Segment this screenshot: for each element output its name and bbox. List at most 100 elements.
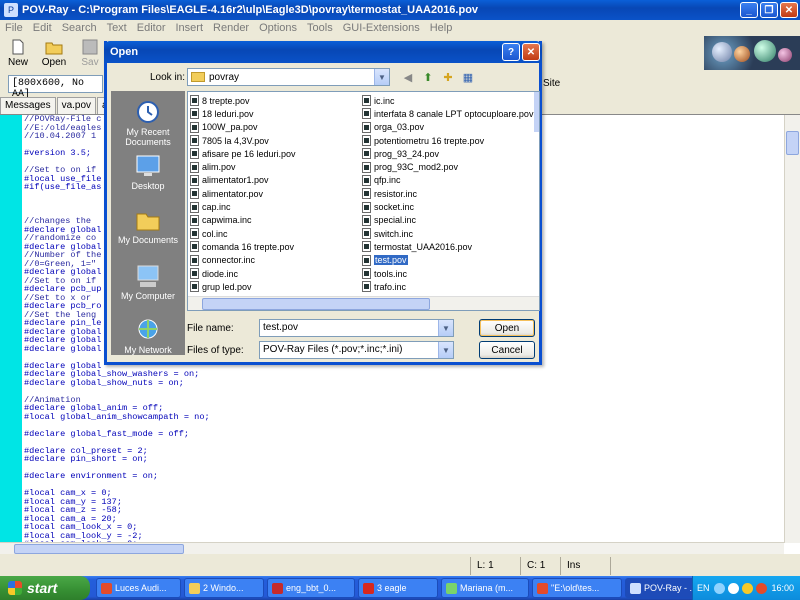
file-item[interactable]: 8 trepte.pov bbox=[190, 94, 296, 107]
code-line[interactable]: #declare environment = on; bbox=[24, 472, 784, 481]
file-item[interactable]: 100W_pa.pov bbox=[190, 121, 296, 134]
menu-gui-extensions[interactable]: GUI-Extensions bbox=[338, 22, 425, 34]
up-folder-icon[interactable]: ⬆ bbox=[419, 69, 437, 85]
code-line[interactable]: #local cam_x = 0; bbox=[24, 489, 784, 498]
taskbar-item[interactable]: 2 Windo... bbox=[184, 578, 264, 598]
file-item[interactable]: prog_93_24.pov bbox=[362, 147, 533, 160]
start-button[interactable]: start bbox=[0, 576, 90, 600]
open-dialog-button[interactable]: Open bbox=[479, 319, 535, 337]
file-item[interactable]: special.inc bbox=[362, 214, 533, 227]
taskbar-item[interactable]: Luces Audi... bbox=[96, 578, 181, 598]
network-icon[interactable] bbox=[713, 582, 725, 594]
new-folder-icon[interactable]: ✚ bbox=[439, 69, 457, 85]
minimize-button[interactable]: _ bbox=[740, 2, 758, 18]
chevron-down-icon[interactable]: ▼ bbox=[374, 69, 389, 85]
file-item[interactable]: alimentator1.pov bbox=[190, 174, 296, 187]
code-line[interactable]: #local global_anim_showcampath = no; bbox=[24, 412, 784, 422]
place-my-network[interactable]: My Network bbox=[111, 313, 185, 369]
file-item[interactable]: 7805 la 4,3V.pov bbox=[190, 134, 296, 147]
file-item[interactable]: grup led.pov bbox=[190, 280, 296, 293]
site-label[interactable]: Site bbox=[543, 78, 560, 89]
menu-file[interactable]: File bbox=[0, 22, 28, 34]
back-icon[interactable]: ◀ bbox=[399, 69, 417, 85]
file-list[interactable]: 8 trepte.pov 18 leduri.pov 100W_pa.pov 7805… bbox=[187, 91, 540, 311]
views-menu-icon[interactable]: ▦ bbox=[459, 69, 477, 85]
menu-render[interactable]: Render bbox=[208, 22, 254, 34]
povray-app-icon[interactable]: P bbox=[4, 3, 18, 17]
place-desktop[interactable]: Desktop bbox=[111, 149, 185, 205]
file-item[interactable]: alim.pov bbox=[190, 160, 296, 173]
file-item[interactable]: col.inc bbox=[190, 227, 296, 240]
place-my-documents[interactable]: My Documents bbox=[111, 203, 185, 259]
scroll-thumb[interactable] bbox=[202, 298, 430, 310]
menu-insert[interactable]: Insert bbox=[171, 22, 209, 34]
taskbar-item[interactable]: 3 eagle bbox=[358, 578, 438, 598]
file-item[interactable]: trafo.inc bbox=[362, 280, 533, 293]
menu-editor[interactable]: Editor bbox=[132, 22, 171, 34]
file-item[interactable]: afisare pe 16 leduri.pov bbox=[190, 147, 296, 160]
code-line[interactable] bbox=[24, 481, 784, 490]
resolution-select[interactable]: [800x600, No AA] bbox=[8, 75, 103, 100]
tab-va-pov[interactable]: va.pov bbox=[56, 97, 97, 114]
file-item[interactable]: alimentator.pov bbox=[190, 187, 296, 200]
language-indicator[interactable]: EN bbox=[697, 583, 710, 593]
file-item[interactable]: switch.inc bbox=[362, 227, 533, 240]
code-line[interactable]: #local cam_z = -58; bbox=[24, 506, 784, 515]
security-icon[interactable] bbox=[755, 582, 767, 594]
file-item[interactable]: orga_03.pov bbox=[362, 121, 533, 134]
dialog-close-button[interactable]: ✕ bbox=[522, 43, 540, 61]
code-line[interactable]: #local cam_look_y = -2; bbox=[24, 531, 784, 541]
code-line[interactable]: #local cam_a = 20; bbox=[24, 514, 784, 524]
menu-help[interactable]: Help bbox=[425, 22, 458, 34]
file-name-input[interactable]: test.pov ▼ bbox=[259, 319, 454, 337]
cancel-button[interactable]: Cancel bbox=[479, 341, 535, 359]
messenger-icon[interactable] bbox=[741, 582, 753, 594]
tab-messages[interactable]: Messages bbox=[0, 97, 56, 114]
place-recent-documents[interactable]: My Recent Documents bbox=[111, 95, 185, 151]
scroll-thumb[interactable] bbox=[786, 131, 799, 155]
file-list-vertical-scrollbar[interactable] bbox=[534, 92, 539, 132]
file-item[interactable]: cap.inc bbox=[190, 200, 296, 213]
open-button[interactable]: Open bbox=[36, 36, 72, 70]
volume-icon[interactable] bbox=[727, 582, 739, 594]
file-item[interactable]: 18 leduri.pov bbox=[190, 107, 296, 120]
file-item[interactable]: resistor.inc bbox=[362, 187, 533, 200]
file-type-select[interactable]: POV-Ray Files (*.pov;*.inc;*.ini) ▼ bbox=[259, 341, 454, 359]
file-item[interactable]: tools.inc bbox=[362, 267, 533, 280]
taskbar-item[interactable]: "E:\old\tes... bbox=[532, 578, 622, 598]
editor-horizontal-scrollbar[interactable] bbox=[0, 542, 784, 554]
file-item[interactable]: prog_93C_mod2.pov bbox=[362, 160, 533, 173]
menu-search[interactable]: Search bbox=[57, 22, 102, 34]
chevron-down-icon[interactable]: ▼ bbox=[438, 320, 453, 336]
close-button[interactable]: ✕ bbox=[780, 2, 798, 18]
file-item[interactable]: test.pov bbox=[362, 254, 533, 267]
editor-vertical-scrollbar[interactable] bbox=[784, 115, 800, 543]
menu-edit[interactable]: Edit bbox=[28, 22, 57, 34]
code-line[interactable]: #declare global_fast_mode = off; bbox=[24, 429, 784, 439]
look-in-select[interactable]: povray ▼ bbox=[187, 68, 390, 86]
file-item[interactable]: diode.inc bbox=[190, 267, 296, 280]
file-item[interactable]: termostat_UAA2016.pov bbox=[362, 240, 533, 253]
file-item[interactable]: potentiometru 16 trepte.pov bbox=[362, 134, 533, 147]
file-item[interactable]: qfp.inc bbox=[362, 174, 533, 187]
menu-tools[interactable]: Tools bbox=[302, 22, 338, 34]
code-line[interactable] bbox=[24, 387, 784, 396]
maximize-button[interactable]: ❐ bbox=[760, 2, 778, 18]
code-line[interactable]: #declare global_show_nuts = on; bbox=[24, 378, 784, 388]
file-item[interactable]: socket.inc bbox=[362, 200, 533, 213]
menu-options[interactable]: Options bbox=[254, 22, 302, 34]
save-button[interactable]: Sav bbox=[72, 36, 108, 70]
file-item[interactable]: interfata 8 canale LPT optocuploare.pov bbox=[362, 107, 533, 120]
file-list-horizontal-scrollbar[interactable] bbox=[188, 296, 539, 310]
file-item[interactable]: capwima.inc bbox=[190, 214, 296, 227]
help-button[interactable]: ? bbox=[502, 43, 520, 61]
file-item[interactable]: comanda 16 trepte.pov bbox=[190, 240, 296, 253]
menu-text[interactable]: Text bbox=[102, 22, 132, 34]
file-item[interactable]: ic.inc bbox=[362, 94, 533, 107]
place-my-computer[interactable]: My Computer bbox=[111, 259, 185, 315]
taskbar-item[interactable]: Mariana (m... bbox=[441, 578, 529, 598]
taskbar-item[interactable]: eng_bbt_0... bbox=[267, 578, 355, 598]
new-button[interactable]: New bbox=[0, 36, 36, 70]
scroll-thumb[interactable] bbox=[14, 544, 184, 554]
code-line[interactable]: #declare pin_short = on; bbox=[24, 455, 784, 464]
